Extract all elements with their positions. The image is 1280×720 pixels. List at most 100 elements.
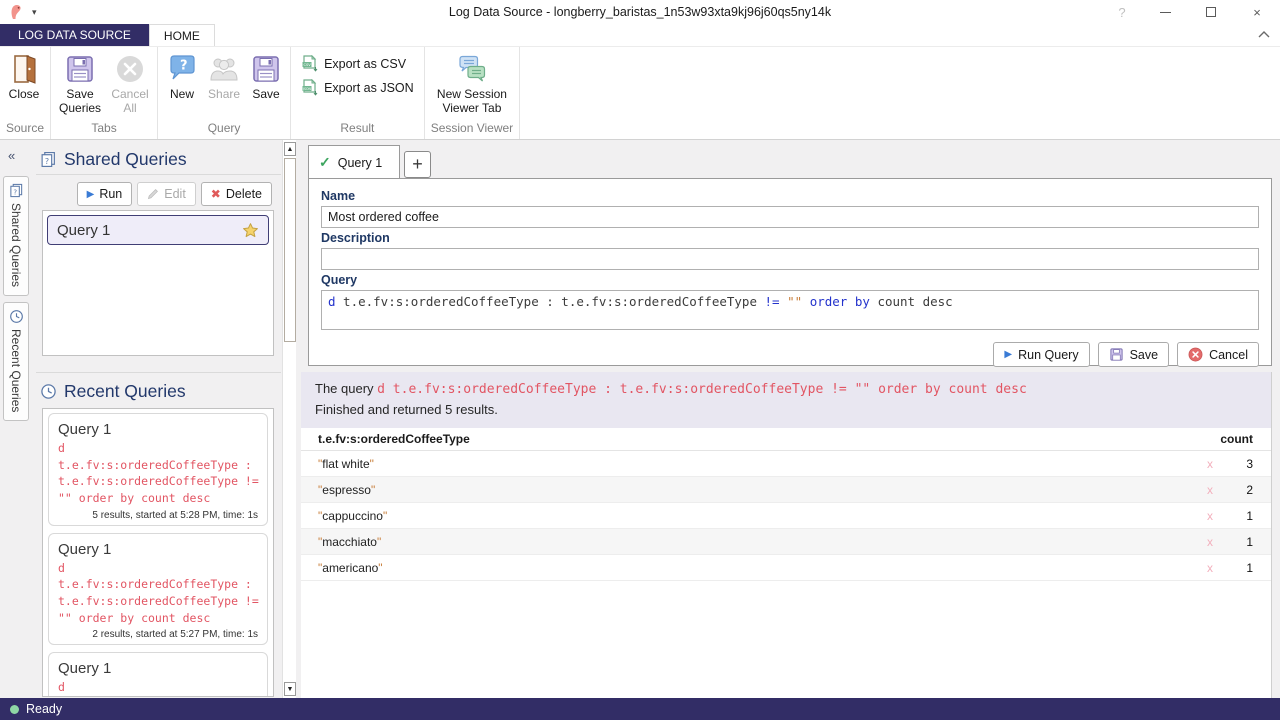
vtab-shared-queries-label: Shared Queries xyxy=(9,203,23,287)
cell-count: 1 xyxy=(1231,509,1253,523)
run-query-button[interactable]: ▶ Run Query xyxy=(993,342,1089,367)
collapse-sidebar-icon[interactable]: « xyxy=(8,148,15,163)
shared-query-name: Query 1 xyxy=(57,222,110,239)
shared-queries-actions: ▶ Run Edit ✖ Delete xyxy=(40,182,272,206)
shared-queries-list: Query 1 xyxy=(42,210,274,356)
run-icon: ▶ xyxy=(1004,349,1012,360)
app-logo-icon xyxy=(8,3,24,21)
group-label-session-viewer: Session Viewer xyxy=(425,121,520,139)
share-query-button[interactable]: Share xyxy=(203,51,245,103)
star-icon[interactable] xyxy=(242,222,259,239)
quick-access-dropdown-icon[interactable]: ▾ xyxy=(32,7,37,18)
collapse-ribbon-icon[interactable] xyxy=(1256,28,1272,42)
cancel-circle-icon xyxy=(1188,347,1203,362)
export-json-label: Export as JSON xyxy=(324,81,414,95)
help-button[interactable]: ? xyxy=(1102,0,1142,24)
export-csv-button[interactable]: CSV Export as CSV xyxy=(301,55,406,72)
row-delete-icon[interactable]: x xyxy=(1207,561,1231,575)
people-icon xyxy=(208,53,240,85)
floppy-icon xyxy=(1109,347,1124,362)
vtab-shared-queries[interactable]: ? Shared Queries xyxy=(3,176,29,296)
close-source-button[interactable]: Close xyxy=(3,51,45,103)
recent-query-card[interactable]: Query 1 dt.e.fv:s:orderedCoffeeType :t.e… xyxy=(48,413,268,526)
add-tab-button[interactable]: + xyxy=(404,151,431,178)
column-count: count xyxy=(1220,432,1253,446)
save-queries-button[interactable]: Save Queries xyxy=(54,51,106,118)
result-panel: The query d t.e.fv:s:orderedCoffeeType :… xyxy=(301,372,1272,698)
delete-shared-query-button[interactable]: ✖ Delete xyxy=(201,182,272,206)
recent-query-text: dt.e.fv:s:orderedCoffeeType :t.e.fv:s:or… xyxy=(58,560,258,627)
svg-text:?: ? xyxy=(180,59,188,74)
cell-count: 1 xyxy=(1231,561,1253,575)
cell-count: 1 xyxy=(1231,535,1253,549)
table-row[interactable]: "macchiato" x 1 xyxy=(301,529,1271,555)
minimize-button[interactable] xyxy=(1142,0,1188,24)
save-label: Save xyxy=(1130,348,1159,362)
description-label: Description xyxy=(321,231,1259,245)
query-tab-label: Query 1 xyxy=(338,156,382,170)
chat-question-icon: ? xyxy=(166,53,198,85)
recent-query-meta: 2 results, started at 5:27 PM, time: 1s xyxy=(58,629,258,640)
door-icon xyxy=(8,53,40,85)
tab-home[interactable]: HOME xyxy=(149,24,215,46)
recent-query-card[interactable]: Query 1 dt.e.fv:s:orderedCoffeeType :t.e… xyxy=(48,652,268,697)
shared-queries-icon: ? xyxy=(40,151,57,168)
maximize-button[interactable] xyxy=(1188,0,1234,24)
file-json-icon: JSON xyxy=(301,79,318,96)
export-csv-label: Export as CSV xyxy=(324,57,406,71)
save-query-button[interactable]: Save xyxy=(245,51,287,103)
save-queries-label: Save Queries xyxy=(59,87,101,116)
result-echo: The query d t.e.fv:s:orderedCoffeeType :… xyxy=(301,372,1271,428)
new-query-button[interactable]: ? New xyxy=(161,51,203,103)
share-query-label: Share xyxy=(208,87,240,101)
ribbon-group-session-viewer: New Session Viewer Tab Session Viewer xyxy=(425,47,521,139)
save-button[interactable]: Save xyxy=(1098,342,1170,367)
export-json-button[interactable]: JSON Export as JSON xyxy=(301,79,414,96)
row-delete-icon[interactable]: x xyxy=(1207,509,1231,523)
cancel-all-button[interactable]: Cancel All xyxy=(106,51,154,118)
scrollbar-thumb[interactable] xyxy=(284,158,296,342)
description-input[interactable] xyxy=(321,248,1259,270)
cell-count: 2 xyxy=(1231,483,1253,497)
cancel-button[interactable]: Cancel xyxy=(1177,342,1259,367)
sidebar-scrollbar[interactable]: ▲ ▼ xyxy=(282,140,296,698)
status-bar: Ready xyxy=(0,698,1280,720)
table-row[interactable]: "cappuccino" x 1 xyxy=(301,503,1271,529)
title-bar: ▾ Log Data Source - longberry_baristas_1… xyxy=(0,0,1280,24)
edit-label: Edit xyxy=(164,187,186,201)
quote-mark: " xyxy=(378,561,382,575)
row-delete-icon[interactable]: x xyxy=(1207,457,1231,471)
svg-text:CSV: CSV xyxy=(304,63,312,67)
run-shared-query-button[interactable]: ▶ Run xyxy=(77,182,133,206)
scroll-down-icon[interactable]: ▼ xyxy=(284,682,296,696)
shared-queries-header: ? Shared Queries xyxy=(40,146,280,172)
name-input[interactable] xyxy=(321,206,1259,228)
window-title: Log Data Source - longberry_baristas_1n5… xyxy=(0,5,1280,19)
query-tab[interactable]: ✓ Query 1 xyxy=(308,145,400,179)
cell-value: espresso xyxy=(322,483,371,497)
row-delete-icon[interactable]: x xyxy=(1207,483,1231,497)
query-editor[interactable]: d t.e.fv:s:orderedCoffeeType : t.e.fv:s:… xyxy=(321,290,1259,330)
shared-query-item[interactable]: Query 1 xyxy=(47,215,269,245)
table-row[interactable]: "americano" x 1 xyxy=(301,555,1271,581)
echo-query: d t.e.fv:s:orderedCoffeeType : t.e.fv:s:… xyxy=(377,382,1027,397)
run-query-label: Run Query xyxy=(1018,348,1078,362)
recent-query-card[interactable]: Query 1 dt.e.fv:s:orderedCoffeeType :t.e… xyxy=(48,533,268,646)
echo-prefix: The query xyxy=(315,381,377,396)
edit-shared-query-button[interactable]: Edit xyxy=(137,182,196,206)
vtab-recent-queries[interactable]: Recent Queries xyxy=(3,302,29,421)
shared-queries-title: Shared Queries xyxy=(64,149,187,170)
table-row[interactable]: "espresso" x 2 xyxy=(301,477,1271,503)
minimize-icon xyxy=(1160,12,1171,13)
new-session-viewer-tab-button[interactable]: New Session Viewer Tab xyxy=(431,51,513,118)
tab-log-data-source[interactable]: LOG DATA SOURCE xyxy=(0,24,149,46)
recent-queries-icon xyxy=(40,383,57,400)
close-window-button[interactable]: × xyxy=(1234,0,1280,24)
svg-text:JSON: JSON xyxy=(302,87,311,91)
ribbon-tab-bar: LOG DATA SOURCE HOME xyxy=(0,24,1280,47)
table-row[interactable]: "flat white" x 3 xyxy=(301,451,1271,477)
row-delete-icon[interactable]: x xyxy=(1207,535,1231,549)
group-label-result: Result xyxy=(291,121,424,139)
scroll-up-icon[interactable]: ▲ xyxy=(284,142,296,156)
run-icon: ▶ xyxy=(87,189,95,200)
